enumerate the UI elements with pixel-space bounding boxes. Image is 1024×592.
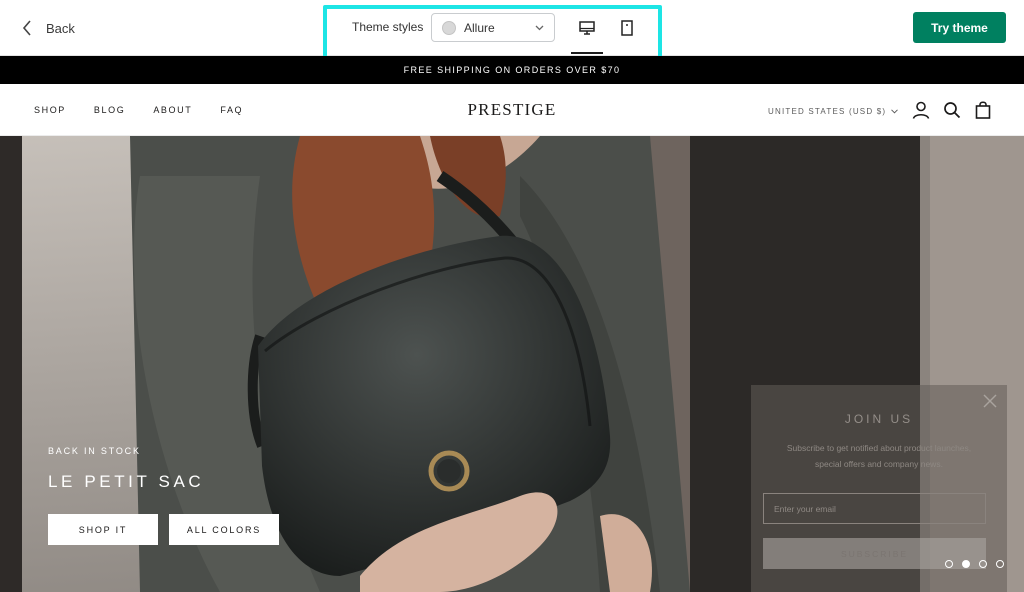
theme-editor-toolbar: Back Theme styles Allure Try theme xyxy=(0,0,1024,61)
announcement-bar: FREE SHIPPING ON ORDERS OVER $70 xyxy=(0,56,1024,84)
slide-dot-3[interactable] xyxy=(979,560,987,568)
slide-dot-2[interactable] xyxy=(962,560,970,568)
newsletter-title: JOIN US xyxy=(844,412,914,426)
desktop-preview-button[interactable] xyxy=(573,14,601,42)
hero-slideshow: BACK IN STOCK LE PETIT SAC SHOP IT ALL C… xyxy=(0,136,1024,592)
theme-styles-label: Theme styles xyxy=(352,20,424,34)
slide-dot-4[interactable] xyxy=(996,560,1004,568)
theme-style-select[interactable]: Allure xyxy=(431,13,555,42)
active-mode-indicator xyxy=(571,52,603,54)
mobile-preview-button[interactable] xyxy=(613,14,641,42)
style-swatch xyxy=(442,20,456,35)
store-header: SHOP BLOG ABOUT FAQ PRESTIGE UNITED STAT… xyxy=(0,84,1024,136)
currency-selector[interactable]: UNITED STATES (USD $) xyxy=(768,107,899,116)
chevron-down-icon xyxy=(535,25,544,30)
hero-subtitle: BACK IN STOCK xyxy=(48,446,141,456)
slide-dots xyxy=(945,560,1004,568)
cart-icon[interactable] xyxy=(973,100,993,120)
currency-label: UNITED STATES (USD $) xyxy=(768,107,887,116)
chevron-left-icon xyxy=(22,20,31,36)
newsletter-text-line2: special offers and company news. xyxy=(815,459,943,469)
email-input[interactable] xyxy=(763,493,986,524)
mobile-icon xyxy=(621,20,633,36)
hero-title: LE PETIT SAC xyxy=(48,472,205,491)
try-theme-button[interactable]: Try theme xyxy=(913,12,1006,43)
account-icon[interactable] xyxy=(911,100,931,120)
chevron-down-icon xyxy=(891,109,899,114)
newsletter-text: Subscribe to get notified about product … xyxy=(765,440,993,472)
all-colors-button[interactable]: ALL COLORS xyxy=(169,514,279,545)
newsletter-text-line1: Subscribe to get notified about product … xyxy=(786,443,972,453)
desktop-icon xyxy=(579,20,595,35)
slide-dot-1[interactable] xyxy=(945,560,953,568)
theme-style-value: Allure xyxy=(464,20,495,35)
close-icon[interactable] xyxy=(982,393,998,409)
shop-it-button[interactable]: SHOP IT xyxy=(48,514,158,545)
back-button[interactable]: Back xyxy=(22,16,75,40)
search-icon[interactable] xyxy=(942,100,962,120)
back-label: Back xyxy=(46,20,75,36)
